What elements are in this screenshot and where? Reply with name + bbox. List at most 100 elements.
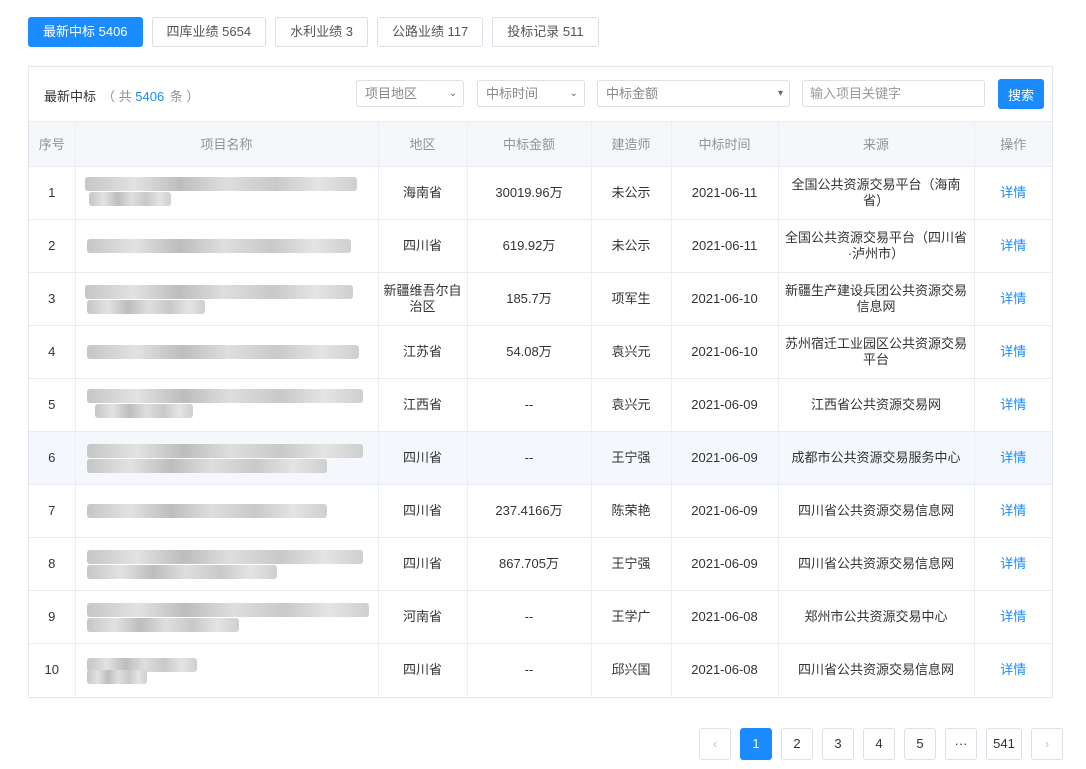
prev-page-button[interactable]: ‹ [699,728,731,760]
row-amount: 30019.96万 [467,166,592,220]
detail-link[interactable]: 详情 [974,590,1052,644]
row-source: 四川省公共资源交易信息网 [778,484,975,538]
header-no: 序号 [29,122,76,167]
table-row: 7 四川省 237.4166万 陈荣艳 2021-06-09 四川省公共资源交易… [29,484,1052,538]
row-region: 四川省 [378,643,468,696]
detail-link[interactable]: 详情 [974,325,1052,379]
row-no: 4 [29,325,76,379]
keyword-input[interactable] [802,80,985,107]
row-region: 河南省 [378,590,468,644]
chevron-down-icon: ⌄ [569,88,578,99]
tab-bar: 最新中标 5406 四库业绩 5654 水利业绩 3 公路业绩 117 投标记录… [28,17,599,47]
header-amount: 中标金额 [467,122,592,167]
page-4-button[interactable]: 4 [863,728,895,760]
row-date: 2021-06-09 [671,431,779,485]
row-no: 3 [29,272,76,326]
next-page-button[interactable]: › [1031,728,1063,760]
detail-link[interactable]: 详情 [974,537,1052,591]
row-region: 四川省 [378,219,468,273]
row-source: 苏州宿迁工业园区公共资源交易平台 [778,325,975,379]
row-amount: -- [467,378,592,432]
row-builder: 未公示 [591,219,672,273]
detail-link[interactable]: 详情 [974,166,1052,220]
row-source: 郑州市公共资源交易中心 [778,590,975,644]
row-region: 江西省 [378,378,468,432]
detail-link[interactable]: 详情 [974,484,1052,538]
row-source: 四川省公共资源交易信息网 [778,643,975,696]
row-date: 2021-06-11 [671,219,779,273]
row-builder: 王宁强 [591,431,672,485]
table-row: 1 海南省 30019.96万 未公示 2021-06-11 全国公共资源交易平… [29,166,1052,220]
header-action: 操作 [974,122,1052,167]
row-date: 2021-06-09 [671,484,779,538]
panel-title: 最新中标 （ 共 5406 条 ） [44,86,199,105]
row-amount: -- [467,643,592,696]
header-date: 中标时间 [671,122,779,167]
table-row: 10 四川省 -- 邱兴国 2021-06-08 四川省公共资源交易信息网 详情 [29,643,1052,696]
page-3-button[interactable]: 3 [822,728,854,760]
blurred-project-name [75,590,379,644]
header-project-name: 项目名称 [75,122,379,167]
blurred-project-name [75,378,379,432]
table-row-highlighted: 6 四川省 -- 王宁强 2021-06-09 成都市公共资源交易服务中心 详情 [29,431,1052,485]
table-row: 8 四川省 867.705万 王宁强 2021-06-09 四川省公共资源交易信… [29,537,1052,591]
results-table: 序号 项目名称 地区 中标金额 建造师 中标时间 来源 操作 1 海南省 300… [29,122,1052,696]
blurred-project-name [75,484,379,538]
row-region: 四川省 [378,431,468,485]
filter-toolbar: 最新中标 （ 共 5406 条 ） 项目地区 ⌄ 中标时间 ⌄ 中标金额 ▾ 搜索 [29,67,1052,122]
row-amount: 237.4166万 [467,484,592,538]
header-region: 地区 [378,122,468,167]
row-date: 2021-06-10 [671,325,779,379]
row-source: 四川省公共资源交易信息网 [778,537,975,591]
row-amount: -- [467,590,592,644]
chevron-down-icon: ⌄ [448,88,457,99]
row-no: 6 [29,431,76,485]
header-builder: 建造师 [591,122,672,167]
ellipsis-more-pages[interactable]: ··· [945,728,977,760]
detail-link[interactable]: 详情 [974,643,1052,696]
tab-four-library[interactable]: 四库业绩 5654 [151,17,267,47]
row-source: 成都市公共资源交易服务中心 [778,431,975,485]
detail-link[interactable]: 详情 [974,272,1052,326]
region-select[interactable]: 项目地区 ⌄ [356,80,464,107]
tab-bid-records[interactable]: 投标记录 511 [492,17,599,47]
blurred-project-name [75,643,379,696]
table-row: 9 河南省 -- 王学广 2021-06-08 郑州市公共资源交易中心 详情 [29,590,1052,644]
panel-title-text: 最新中标 [44,89,97,104]
row-source: 新疆生产建设兵团公共资源交易信息网 [778,272,975,326]
detail-link[interactable]: 详情 [974,378,1052,432]
tab-latest-bids[interactable]: 最新中标 5406 [28,17,143,47]
page-2-button[interactable]: 2 [781,728,813,760]
row-source: 全国公共资源交易平台（四川省·泸州市） [778,219,975,273]
page-5-button[interactable]: 5 [904,728,936,760]
row-amount: 867.705万 [467,537,592,591]
tab-water-projects[interactable]: 水利业绩 3 [275,17,368,47]
time-select-value: 中标时间 [486,86,539,101]
table-row: 4 江苏省 54.08万 袁兴元 2021-06-10 苏州宿迁工业园区公共资源… [29,325,1052,379]
page-1-button[interactable]: 1 [740,728,772,760]
row-region: 海南省 [378,166,468,220]
row-no: 1 [29,166,76,220]
row-amount: -- [467,431,592,485]
table-header: 序号 项目名称 地区 中标金额 建造师 中标时间 来源 操作 [29,122,1052,167]
detail-link[interactable]: 详情 [974,219,1052,273]
result-count: 5406 [135,89,165,104]
row-date: 2021-06-08 [671,643,779,696]
detail-link[interactable]: 详情 [974,431,1052,485]
table-row: 5 江西省 -- 袁兴元 2021-06-09 江西省公共资源交易网 详情 [29,378,1052,432]
search-button[interactable]: 搜索 [998,79,1044,109]
row-builder: 王宁强 [591,537,672,591]
count-prefix: （ 共 [102,89,132,104]
region-select-value: 项目地区 [365,86,418,101]
amount-select[interactable]: 中标金额 ▾ [597,80,790,107]
row-region: 江苏省 [378,325,468,379]
row-builder: 袁兴元 [591,378,672,432]
row-builder: 陈荣艳 [591,484,672,538]
last-page-button[interactable]: 541 [986,728,1022,760]
results-panel: 最新中标 （ 共 5406 条 ） 项目地区 ⌄ 中标时间 ⌄ 中标金额 ▾ 搜索… [28,66,1053,698]
blurred-project-name [75,219,379,273]
row-builder: 袁兴元 [591,325,672,379]
time-select[interactable]: 中标时间 ⌄ [477,80,585,107]
tab-highway-projects[interactable]: 公路业绩 117 [376,17,484,47]
row-region: 四川省 [378,484,468,538]
